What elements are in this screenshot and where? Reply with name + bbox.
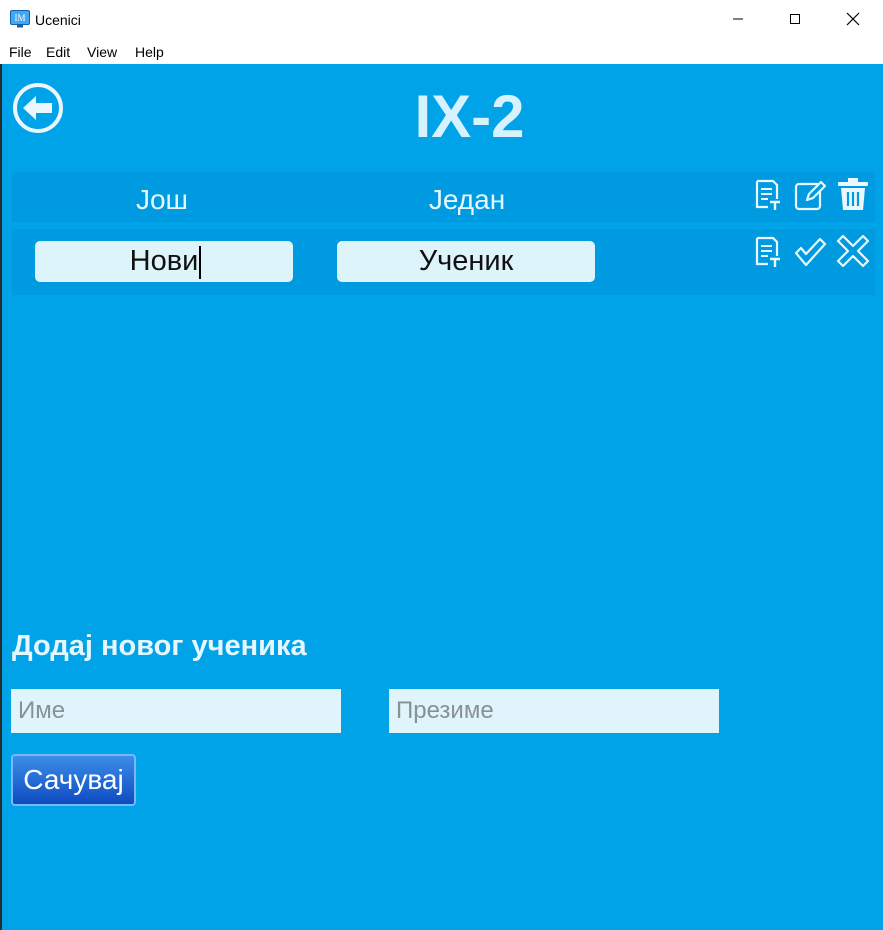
edit-icon[interactable]: [793, 178, 827, 212]
edit-first-name-input[interactable]: [35, 241, 293, 282]
confirm-check-icon[interactable]: [793, 235, 827, 269]
details-icon[interactable]: [751, 178, 785, 212]
student-first-name: Још: [135, 184, 189, 215]
close-button[interactable]: [824, 0, 882, 38]
minimize-button[interactable]: [709, 0, 767, 38]
menu-edit[interactable]: Edit: [46, 44, 70, 60]
window-title: Ucenici: [35, 12, 81, 28]
svg-text:IM: IM: [15, 13, 26, 23]
trash-icon[interactable]: [836, 177, 870, 211]
app-icon: IM: [10, 10, 30, 28]
menu-view[interactable]: View: [87, 44, 117, 60]
page-title: IX-2: [414, 83, 525, 150]
menu-bar: File Edit View Help: [0, 38, 883, 64]
minimize-icon: [733, 18, 743, 20]
text-caret: [199, 246, 201, 279]
menu-help[interactable]: Help: [135, 44, 164, 60]
maximize-button[interactable]: [766, 0, 824, 38]
student-row-editing: [12, 229, 875, 295]
last-name-input[interactable]: [389, 689, 719, 733]
title-bar: IM Ucenici: [0, 0, 883, 38]
cancel-x-icon[interactable]: [836, 234, 870, 268]
save-button[interactable]: Сачувај: [11, 754, 136, 806]
student-last-name: Један: [428, 184, 506, 215]
menu-file[interactable]: File: [9, 44, 32, 60]
add-student-heading: Додај новог ученика: [12, 630, 307, 662]
student-row: Још Један: [12, 172, 875, 222]
main-panel: IX-2 Још Један Нови Ученик Додај новог у…: [0, 64, 883, 930]
close-icon: [846, 12, 860, 26]
edit-last-name-input[interactable]: [337, 241, 595, 282]
first-name-input[interactable]: [11, 689, 341, 733]
maximize-icon: [790, 14, 800, 24]
details-icon[interactable]: [751, 235, 785, 269]
